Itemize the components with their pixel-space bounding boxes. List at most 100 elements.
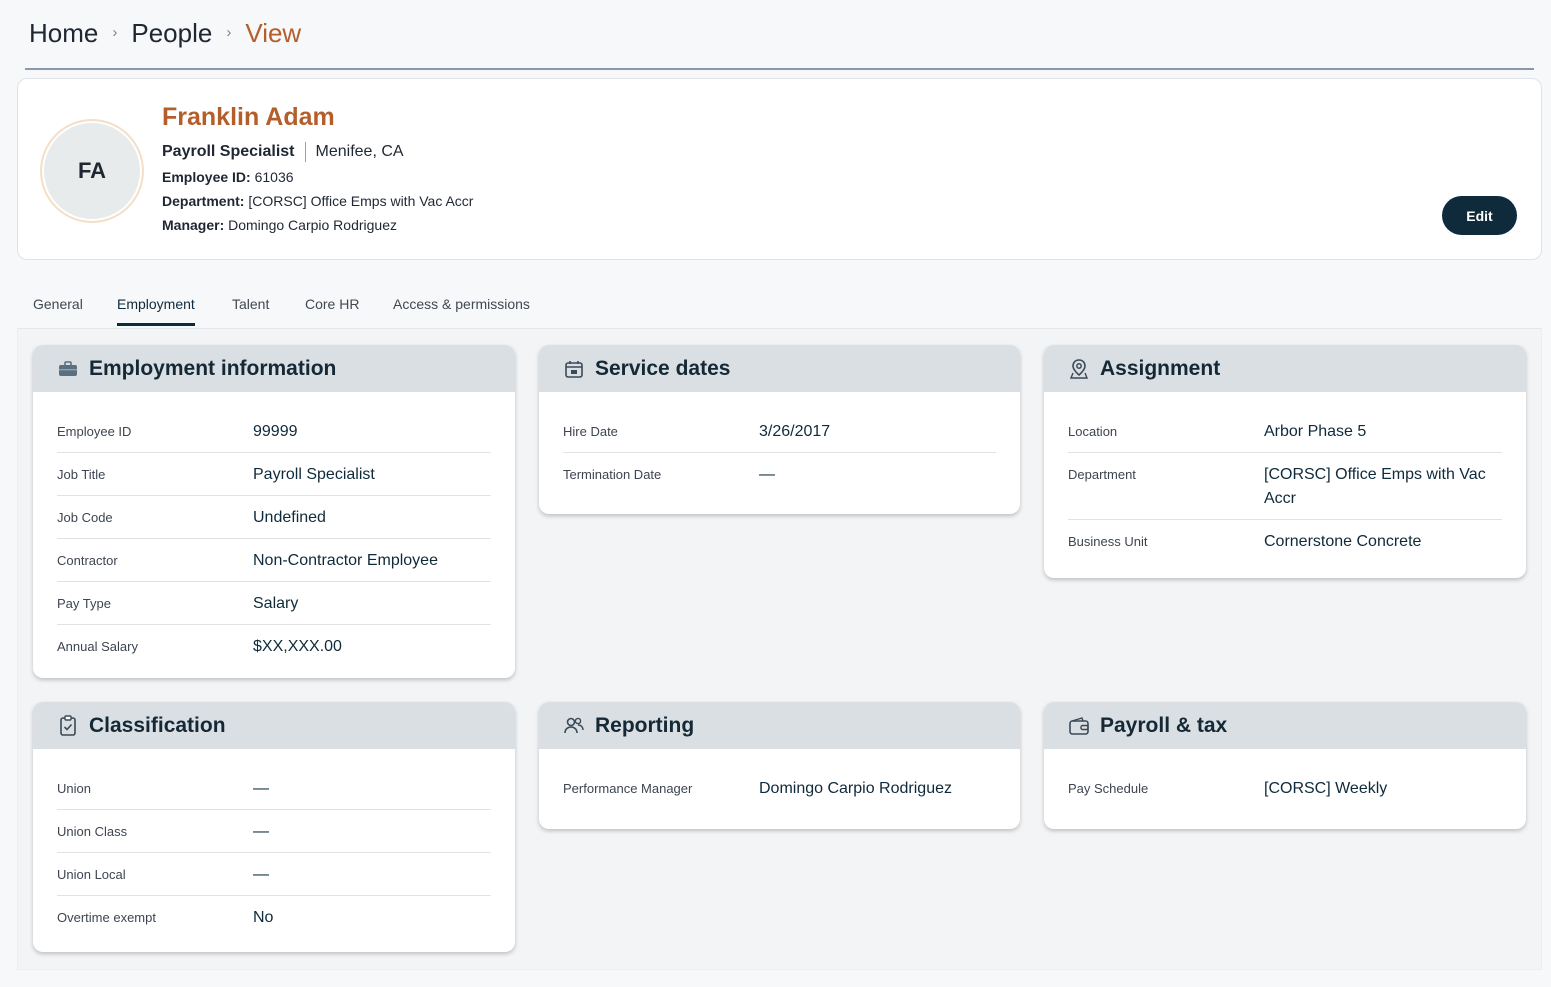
payroll-tax-card: Payroll & tax Pay Schedule [CORSC] Weekly — [1044, 702, 1526, 829]
field-row: Union — — [57, 767, 491, 810]
field-label: Annual Salary — [57, 639, 138, 654]
department-label: Department: — [162, 193, 245, 209]
profile-card: FA Franklin Adam Payroll Specialist Meni… — [17, 78, 1542, 260]
employee-name: Franklin Adam — [162, 103, 335, 131]
location-pin-icon — [1068, 358, 1090, 380]
field-row: Overtime exempt No — [57, 896, 491, 938]
breadcrumb-home[interactable]: Home — [29, 18, 98, 49]
field-value: — — [759, 466, 775, 483]
manager-line: Manager: Domingo Carpio Rodriguez — [162, 217, 397, 233]
field-row: Pay Schedule [CORSC] Weekly — [1068, 767, 1502, 809]
tab-core-hr[interactable]: Core HR — [305, 296, 359, 322]
location: Menifee, CA — [315, 143, 404, 160]
card-title: Employment information — [89, 356, 337, 380]
field-label: Business Unit — [1068, 534, 1148, 549]
employment-info-card: Employment information Employee ID 99999 … — [33, 345, 515, 678]
edit-button[interactable]: Edit — [1442, 196, 1517, 235]
department-value: [CORSC] Office Emps with Vac Accr — [248, 193, 474, 209]
field-row: Business Unit Cornerstone Concrete — [1068, 520, 1502, 562]
briefcase-icon — [57, 358, 79, 380]
field-row: Performance Manager Domingo Carpio Rodrig… — [563, 767, 996, 809]
field-label: Hire Date — [563, 424, 618, 439]
employee-id-label: Employee ID: — [162, 169, 251, 185]
card-header: Service dates — [539, 345, 1020, 392]
field-row: Contractor Non-Contractor Employee — [57, 539, 491, 582]
assignment-card: Assignment Location Arbor Phase 5 Departm… — [1044, 345, 1526, 578]
field-value: Non-Contractor Employee — [253, 552, 438, 569]
field-value: Arbor Phase 5 — [1264, 423, 1367, 440]
field-label: Contractor — [57, 553, 118, 568]
field-value: [CORSC] Office Emps with Vac Accr — [1264, 466, 1486, 507]
breadcrumb-separator-icon: › — [226, 24, 232, 41]
field-label: Performance Manager — [563, 781, 693, 796]
field-row: Union Class — — [57, 810, 491, 853]
field-value: — — [253, 823, 269, 840]
field-row: Job Code Undefined — [57, 496, 491, 539]
card-title: Service dates — [595, 356, 731, 380]
employee-id-value: 61036 — [254, 169, 294, 185]
classification-card: Classification Union — Union Class — Union… — [33, 702, 515, 952]
tab-talent[interactable]: Talent — [232, 296, 269, 322]
service-dates-card: Service dates Hire Date 3/26/2017 Termina… — [539, 345, 1020, 514]
field-row: Employee ID 99999 — [57, 410, 491, 453]
card-header: Employment information — [33, 345, 515, 392]
breadcrumb-people[interactable]: People — [131, 18, 212, 49]
role-divider — [304, 142, 306, 162]
role-line: Payroll Specialist Menifee, CA — [162, 142, 404, 162]
field-label: Union Local — [57, 867, 126, 882]
field-value: 3/26/2017 — [759, 423, 831, 440]
field-value: — — [253, 866, 269, 883]
job-title: Payroll Specialist — [162, 143, 295, 160]
field-row: Termination Date — — [563, 453, 996, 495]
breadcrumb-separator-icon: › — [112, 24, 118, 41]
field-label: Job Code — [57, 510, 113, 525]
field-row: Annual Salary $XX,XXX.00 — [57, 625, 491, 667]
field-label: Pay Type — [57, 596, 111, 611]
field-label: Location — [1068, 424, 1118, 439]
employee-id-line: Employee ID: 61036 — [162, 169, 294, 185]
field-label: Union Class — [57, 824, 128, 839]
field-value: Domingo Carpio Rodriguez — [759, 780, 952, 797]
people-icon — [563, 715, 585, 737]
card-title: Assignment — [1100, 356, 1221, 380]
field-row: Job Title Payroll Specialist — [57, 453, 491, 496]
field-value: [CORSC] Weekly — [1264, 780, 1388, 797]
card-header: Classification — [33, 702, 515, 749]
field-row: Union Local — — [57, 853, 491, 896]
field-value: Undefined — [253, 509, 326, 526]
field-value: Payroll Specialist — [253, 466, 375, 483]
tab-general[interactable]: General — [33, 296, 83, 322]
field-label: Termination Date — [563, 467, 662, 482]
breadcrumb-current: View — [245, 18, 302, 48]
field-row: Hire Date 3/26/2017 — [563, 410, 996, 453]
field-label: Union — [57, 781, 91, 796]
field-row: Pay Type Salary — [57, 582, 491, 625]
tab-bar: General Employment Talent Core HR Access… — [17, 290, 1540, 328]
card-header: Payroll & tax — [1044, 702, 1526, 749]
avatar: FA — [40, 119, 144, 223]
field-label: Pay Schedule — [1068, 781, 1149, 796]
field-value: 99999 — [253, 423, 298, 440]
field-label: Employee ID — [57, 424, 132, 439]
reporting-card: Reporting Performance Manager Domingo Car… — [539, 702, 1020, 829]
wallet-icon — [1068, 715, 1090, 737]
card-header: Reporting — [539, 702, 1020, 749]
card-title: Classification — [89, 713, 226, 737]
manager-label: Manager: — [162, 217, 225, 233]
calendar-icon — [563, 358, 585, 380]
department-line: Department: [CORSC] Office Emps with Vac… — [162, 193, 473, 209]
field-value: Salary — [253, 595, 299, 612]
tab-employment[interactable]: Employment — [117, 296, 195, 326]
clipboard-check-icon — [57, 714, 79, 737]
tab-access-permissions[interactable]: Access & permissions — [393, 296, 530, 322]
breadcrumb: Home › People › View — [29, 18, 301, 49]
card-header: Assignment — [1044, 345, 1526, 392]
field-row: Department [CORSC] Office Emps with Vac A… — [1068, 453, 1502, 520]
card-title: Reporting — [595, 713, 695, 737]
field-value: Cornerstone Concrete — [1264, 533, 1422, 550]
field-label: Overtime exempt — [57, 910, 156, 925]
manager-value: Domingo Carpio Rodriguez — [228, 217, 397, 233]
field-value: $XX,XXX.00 — [253, 638, 342, 655]
header-divider — [25, 68, 1534, 70]
field-value: — — [253, 780, 269, 797]
